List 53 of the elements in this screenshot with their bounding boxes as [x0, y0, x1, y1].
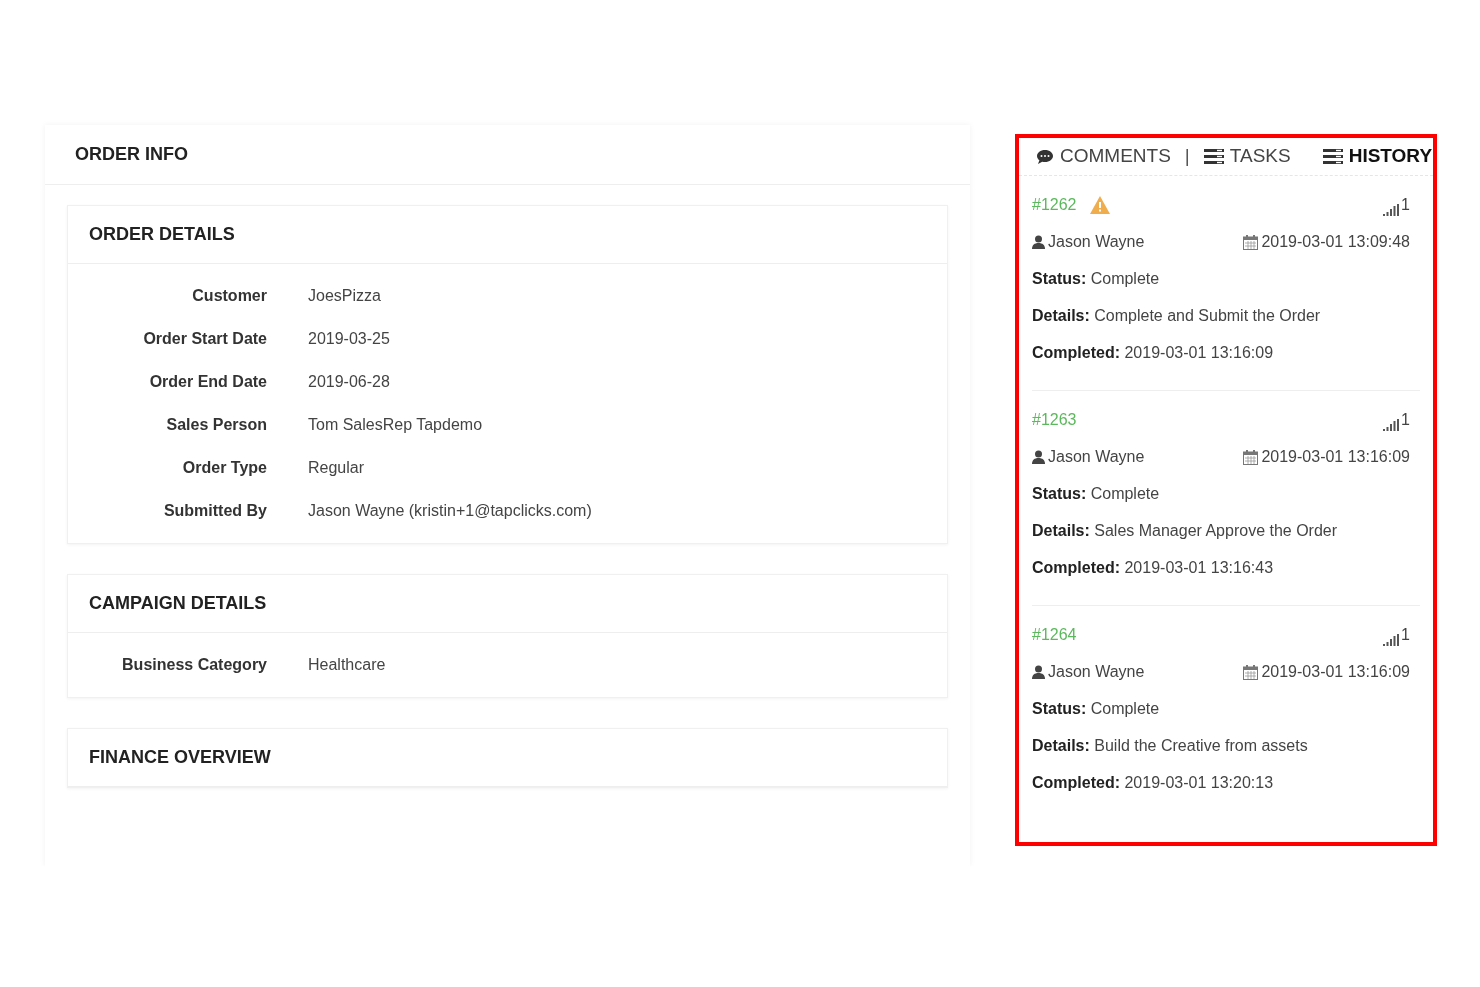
signal-bars-icon	[1383, 419, 1400, 431]
list-icon	[1322, 149, 1343, 164]
entry-date: 2019-03-01 13:16:09	[1261, 447, 1410, 467]
entry-completed: Completed: 2019-03-01 13:16:09	[1032, 343, 1275, 363]
calendar-icon	[1243, 664, 1259, 680]
user-icon	[1032, 450, 1045, 464]
calendar-icon	[1243, 449, 1259, 465]
field-value: Healthcare	[308, 655, 386, 675]
section-title: FINANCE OVERVIEW	[68, 729, 947, 787]
entry-user: Jason Wayne	[1048, 662, 1145, 682]
section-title: ORDER DETAILS	[68, 206, 947, 264]
entry-completed: Completed: 2019-03-01 13:20:13	[1032, 773, 1275, 793]
field-label: Business Category	[121, 655, 267, 675]
user-icon	[1032, 665, 1045, 679]
field-label: Customer	[191, 286, 267, 306]
priority-value: 1	[1401, 625, 1410, 645]
entry-user: Jason Wayne	[1048, 232, 1145, 252]
speech-bubble-icon	[1036, 148, 1054, 165]
entry-date: 2019-03-01 13:09:48	[1261, 232, 1410, 252]
field-label: Sales Person	[165, 415, 267, 435]
entry-status: Status: Complete	[1032, 269, 1161, 289]
field-value: 2019-03-25	[308, 329, 390, 349]
entry-user: Jason Wayne	[1048, 447, 1145, 467]
entry-completed: Completed: 2019-03-01 13:16:43	[1032, 558, 1275, 578]
entry-details: Details: Complete and Submit the Order	[1032, 306, 1322, 326]
field-value: JoesPizza	[308, 286, 381, 306]
tab-separator: |	[1184, 144, 1190, 169]
entry-status: Status: Complete	[1032, 699, 1161, 719]
section-title: CAMPAIGN DETAILS	[68, 575, 947, 633]
entry-date: 2019-03-01 13:16:09	[1261, 662, 1410, 682]
entry-status: Status: Complete	[1032, 484, 1161, 504]
entry-details: Details: Sales Manager Approve the Order	[1032, 521, 1339, 541]
field-label: Order Start Date	[142, 329, 267, 349]
list-icon	[1203, 149, 1224, 164]
priority-value: 1	[1401, 195, 1410, 215]
field-value: Jason Wayne (kristin+1@tapclicks.com)	[308, 501, 592, 521]
field-value: 2019-06-28	[308, 372, 390, 392]
calendar-icon	[1243, 234, 1259, 250]
user-icon	[1032, 235, 1045, 249]
entry-details: Details: Build the Creative from assets	[1032, 736, 1309, 756]
panel-tab[interactable]: COMMENTS	[1036, 142, 1171, 171]
field-label: Submitted By	[162, 501, 267, 521]
warning-icon	[1088, 195, 1111, 215]
signal-bars-icon	[1383, 204, 1400, 216]
priority-value: 1	[1401, 410, 1410, 430]
panel-title: ORDER INFO	[45, 125, 970, 185]
panel-tab[interactable]: TASKS	[1203, 142, 1291, 171]
field-label: Order Type	[181, 458, 267, 478]
signal-bars-icon	[1383, 634, 1400, 646]
panel-tab[interactable]: HISTORY	[1322, 142, 1433, 171]
field-label: Order End Date	[148, 372, 267, 392]
field-value: Tom SalesRep Tapdemo	[308, 415, 483, 435]
field-value: Regular	[308, 458, 365, 478]
